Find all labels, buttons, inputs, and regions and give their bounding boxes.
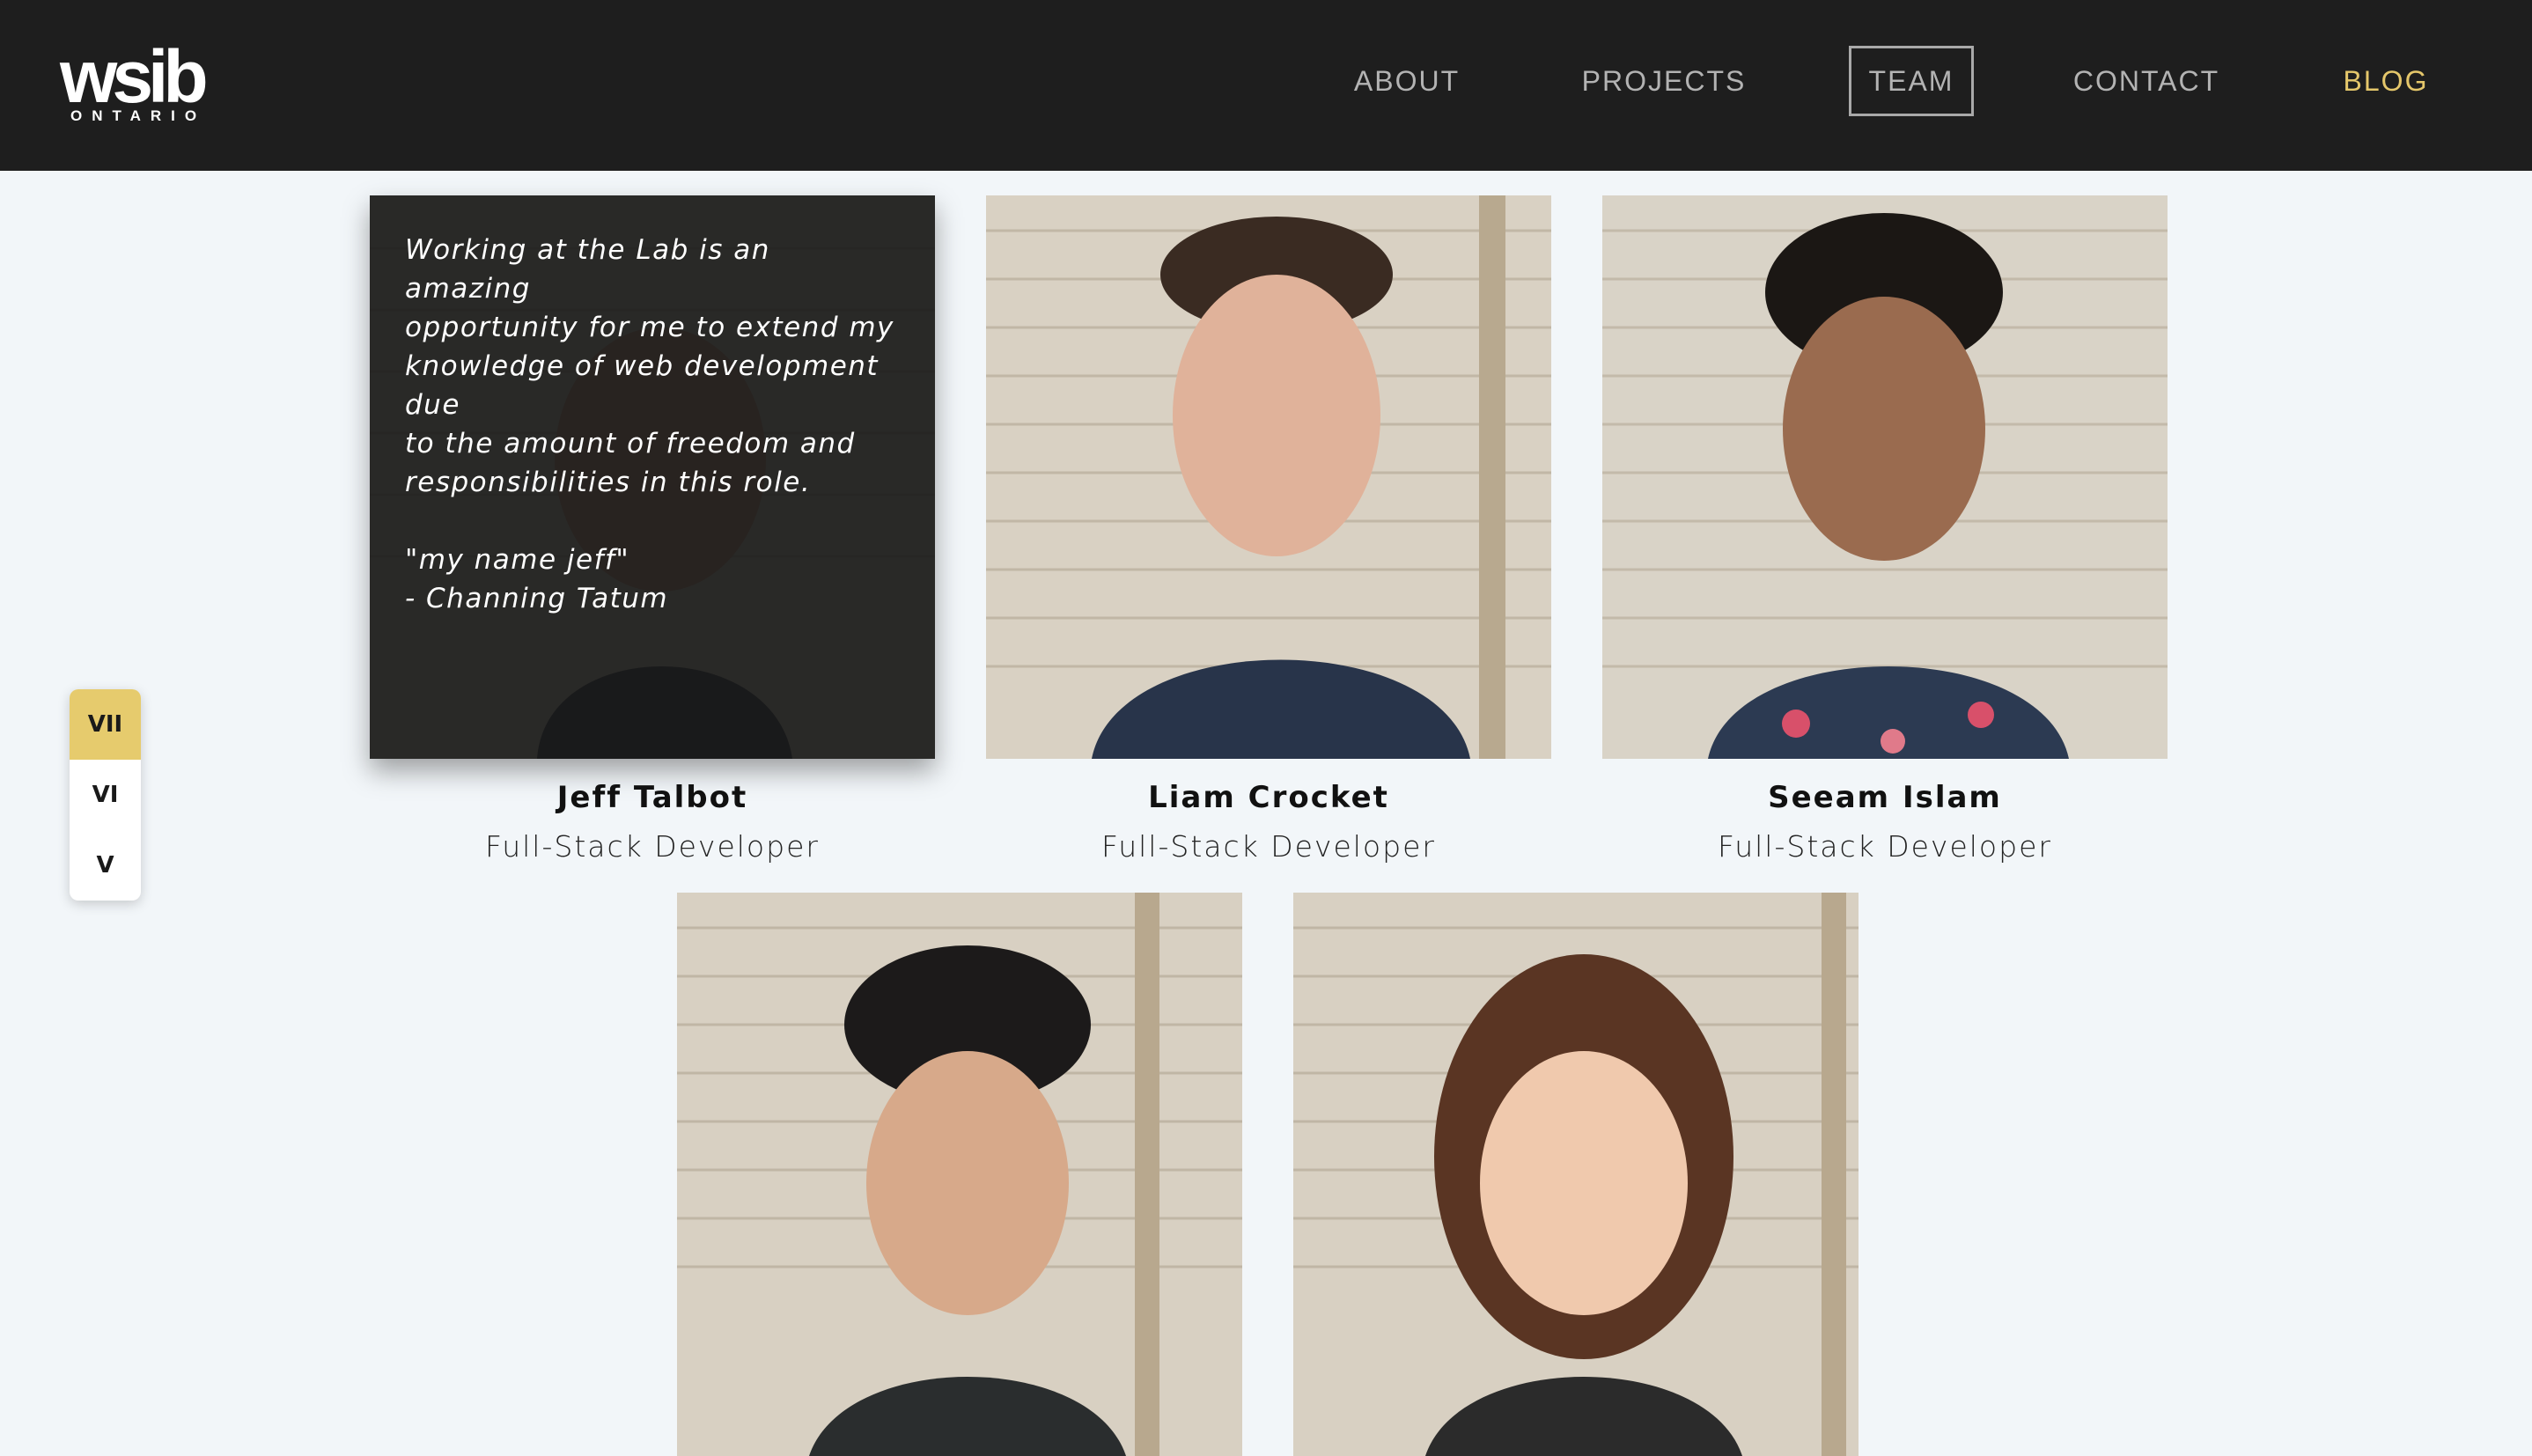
member-photo[interactable]: Working at the Lab is an amazing opportu… bbox=[370, 195, 935, 759]
quote-line: responsibilities in this role. bbox=[405, 467, 812, 498]
year-option-vi[interactable]: VI bbox=[70, 760, 141, 830]
portrait-image bbox=[1293, 893, 1859, 1456]
year-option-vii[interactable]: VII bbox=[70, 689, 141, 760]
nav-projects[interactable]: PROJECTS bbox=[1567, 46, 1761, 116]
quote-line: "my name jeff" bbox=[405, 544, 630, 576]
quote-line: opportunity for me to extend my bbox=[405, 312, 894, 343]
member-name: Jeff Talbot bbox=[556, 780, 748, 815]
nav-contact[interactable]: CONTACT bbox=[2060, 46, 2233, 116]
logo-subtitle: ONTARIO bbox=[70, 107, 207, 124]
quote-attribution: - Channing Tatum bbox=[405, 583, 669, 614]
member-quote-overlay: Working at the Lab is an amazing opportu… bbox=[370, 195, 935, 759]
member-photo[interactable] bbox=[677, 893, 1242, 1456]
wsib-logo[interactable]: wsib ONTARIO bbox=[60, 37, 218, 125]
nav-blog[interactable]: BLOG bbox=[2324, 46, 2447, 116]
member-photo[interactable] bbox=[1293, 893, 1859, 1456]
portrait-image bbox=[1602, 195, 2168, 759]
member-name: Liam Crocket bbox=[1148, 780, 1389, 815]
member-role: Full-Stack Developer bbox=[1718, 829, 2052, 864]
year-option-v[interactable]: V bbox=[70, 830, 141, 901]
nav-about[interactable]: ABOUT bbox=[1328, 46, 1486, 116]
member-photo[interactable] bbox=[1602, 195, 2168, 759]
member-photo[interactable] bbox=[986, 195, 1551, 759]
year-selector: VII VI V bbox=[70, 689, 141, 901]
quote-line: to the amount of freedom and bbox=[405, 428, 856, 460]
portrait-image bbox=[677, 893, 1242, 1456]
nav-team[interactable]: TEAM bbox=[1849, 46, 1974, 116]
logo-wordmark: wsib bbox=[60, 35, 209, 118]
member-role: Full-Stack Developer bbox=[485, 829, 820, 864]
quote-line: knowledge of web development due bbox=[405, 350, 880, 421]
quote-line: Working at the Lab is an amazing bbox=[405, 234, 770, 305]
member-name: Seeam Islam bbox=[1768, 780, 2002, 815]
site-header: wsib ONTARIO ABOUT PROJECTS TEAM CONTACT… bbox=[0, 0, 2532, 171]
portrait-image bbox=[986, 195, 1551, 759]
member-role: Full-Stack Developer bbox=[1101, 829, 1436, 864]
